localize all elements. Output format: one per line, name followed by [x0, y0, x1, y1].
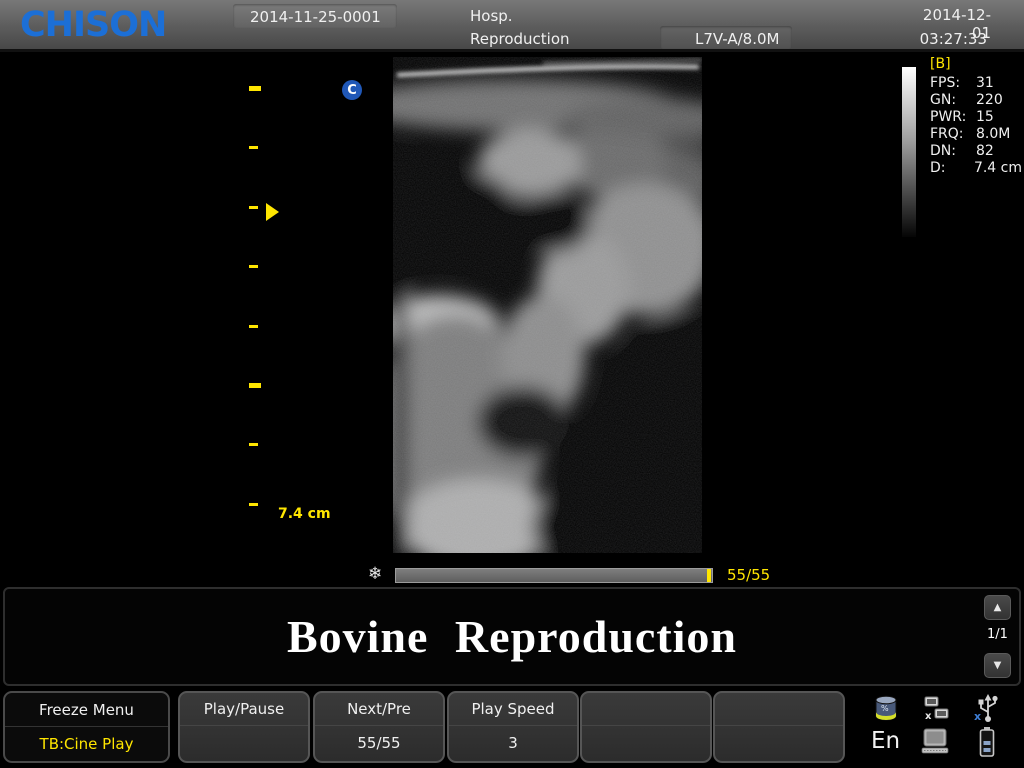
grayscale-bar — [902, 67, 916, 237]
param-row-dynamic-range: DN: 82 — [930, 143, 1022, 160]
network-disconnected-icon: x — [920, 696, 950, 722]
depth-label: 7.4 cm — [278, 506, 331, 522]
status-icon-area: % x x En — [860, 690, 1024, 768]
depth-tick-small — [249, 265, 258, 268]
depth-tick-large — [249, 383, 261, 388]
battery-icon — [977, 726, 997, 758]
param-row-fps: FPS: 31 — [930, 75, 1022, 92]
patient-id: 2014-11-25-0001 — [250, 8, 381, 26]
cine-progress-bar[interactable] — [395, 568, 713, 583]
softkey-toolbar: Freeze Menu TB:Cine Play Play/Pause Next… — [0, 690, 1024, 768]
depth-tick-small — [249, 146, 258, 149]
svg-text:%: % — [881, 704, 889, 713]
exam-mode: Reproduction — [470, 30, 570, 48]
freeze-menu-button[interactable]: Freeze Menu TB:Cine Play — [3, 691, 170, 763]
orientation-marker-icon: C — [342, 80, 362, 100]
disk-usage-icon: % — [874, 695, 898, 723]
freeze-snowflake-icon: ❄ — [368, 564, 382, 584]
annotation-text: Bovine Reproduction — [5, 589, 1019, 684]
image-parameters-panel: [B] FPS: 31 GN: 220 PWR: 15 FRQ: 8.0M DN… — [930, 56, 1022, 177]
svg-text:x: x — [925, 711, 932, 722]
page-indicator: 1/1 — [984, 627, 1011, 642]
language-indicator: En — [871, 728, 900, 754]
hospital-label: Hosp. — [470, 7, 513, 25]
system-time: 03:27:33 — [905, 30, 987, 48]
keyboard-icon — [920, 728, 950, 756]
depth-tick-small — [249, 206, 258, 209]
param-row-gain: GN: 220 — [930, 92, 1022, 109]
cine-frame-counter: 55/55 — [727, 566, 770, 584]
param-row-power: PWR: 15 — [930, 109, 1022, 126]
mode-badge: [B] — [930, 56, 1022, 72]
probe-frequency: L7V-A/8.0M — [695, 30, 779, 48]
page-up-button[interactable]: ▲ — [984, 595, 1011, 620]
top-status-bar: CHISON 2014-11-25-0001 Hosp. Reproductio… — [0, 0, 1024, 52]
annotation-banner: Bovine Reproduction ▲ 1/1 ▼ — [3, 587, 1021, 686]
param-row-frequency: FRQ: 8.0M — [930, 126, 1022, 143]
depth-tick-large — [249, 86, 261, 91]
softkey-play-speed[interactable]: Play Speed 3 — [447, 691, 579, 763]
softkey-next-pre[interactable]: Next/Pre 55/55 — [313, 691, 445, 763]
svg-text:x: x — [974, 710, 981, 723]
softkey-play-pause[interactable]: Play/Pause — [178, 691, 310, 763]
focus-marker-icon — [266, 203, 279, 221]
depth-tick-small — [249, 325, 258, 328]
trackball-function-label: TB:Cine Play — [5, 727, 168, 760]
softkey-empty-2[interactable] — [713, 691, 845, 763]
brand-logo: CHISON — [20, 5, 166, 45]
ultrasound-screen: CHISON 2014-11-25-0001 Hosp. Reproductio… — [0, 0, 1024, 768]
cine-progress-cursor[interactable] — [707, 569, 711, 582]
depth-tick-small — [249, 503, 258, 506]
page-down-button[interactable]: ▼ — [984, 653, 1011, 678]
usb-disconnected-icon: x — [974, 693, 1000, 723]
softkey-empty-1[interactable] — [580, 691, 712, 763]
freeze-menu-label: Freeze Menu — [5, 693, 168, 727]
depth-tick-small — [249, 443, 258, 446]
param-row-depth: D: 7.4 cm — [930, 160, 1022, 177]
ultrasound-image — [393, 57, 702, 553]
